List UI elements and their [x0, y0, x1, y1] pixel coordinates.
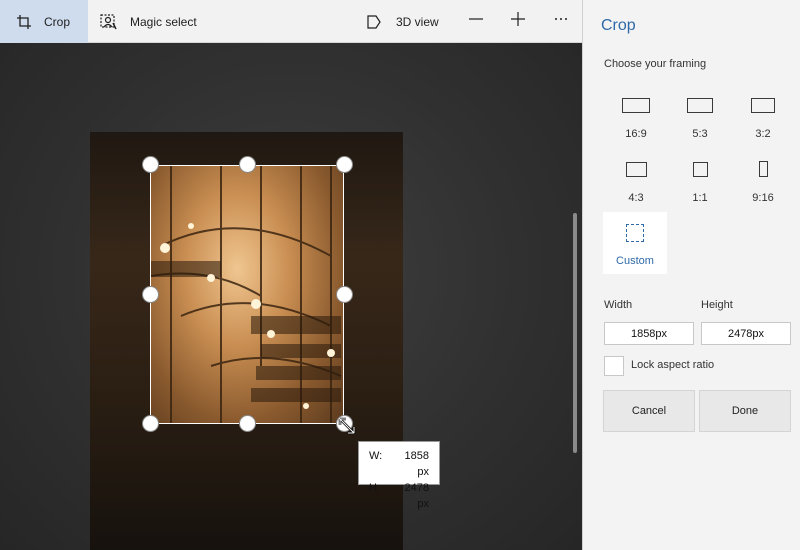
custom-ratio-icon	[626, 224, 644, 242]
tooltip-width-value: 1858 px	[404, 450, 429, 478]
ratio-9-16-label: 9:16	[752, 192, 774, 204]
ratio-3-2-label: 3:2	[755, 128, 771, 140]
3d-view-label: 3D view	[396, 14, 439, 29]
crop-handle-bottom-center[interactable]	[239, 415, 256, 432]
crop-panel: Crop Choose your framing 16:9 5:3 3:2 4:…	[582, 0, 800, 550]
ratio-5-3-button[interactable]: 5:3	[672, 86, 728, 148]
ratio-1-1-icon	[692, 161, 708, 177]
minus-icon	[468, 11, 484, 32]
staircase-image	[151, 166, 342, 423]
resize-cursor-icon	[337, 416, 357, 441]
ratio-4-3-icon	[625, 161, 647, 177]
crop-icon	[0, 14, 44, 30]
height-label: Height	[701, 299, 733, 311]
magic-select-icon	[100, 13, 130, 30]
lock-aspect-ratio-checkbox[interactable]	[604, 356, 624, 376]
zoom-in-button[interactable]	[507, 10, 529, 32]
ratio-1-1-button[interactable]: 1:1	[672, 150, 728, 212]
crop-tool-button[interactable]: Crop	[0, 0, 88, 43]
ratio-16-9-label: 16:9	[625, 128, 647, 140]
custom-ratio-label: Custom	[616, 255, 654, 267]
tooltip-height-value: 2478 px	[404, 482, 429, 510]
image-canvas[interactable]	[0, 43, 582, 550]
panel-title: Crop	[601, 17, 636, 34]
ratio-9-16-button[interactable]: 9:16	[735, 150, 791, 212]
ratio-16-9-button[interactable]: 16:9	[608, 86, 664, 148]
ratio-5-3-icon	[687, 97, 713, 113]
photo	[90, 132, 403, 550]
magic-select-button[interactable]: Magic select	[100, 0, 197, 43]
ratio-4-3-button[interactable]: 4:3	[608, 150, 664, 212]
crop-handle-top-right[interactable]	[336, 156, 353, 173]
more-options-button[interactable]	[550, 10, 572, 32]
done-button[interactable]: Done	[699, 390, 791, 432]
crop-handle-middle-right[interactable]	[336, 286, 353, 303]
ellipsis-icon	[553, 11, 569, 32]
dimension-tooltip: W: 1858 px H: 2478 px	[358, 441, 440, 510]
ratio-16-9-icon	[622, 97, 650, 113]
width-field[interactable]: 1858px	[604, 322, 694, 345]
crop-region[interactable]	[150, 165, 344, 424]
ratio-9-16-icon	[758, 161, 768, 177]
crop-handle-top-left[interactable]	[142, 156, 159, 173]
cancel-button[interactable]: Cancel	[603, 390, 695, 432]
custom-ratio-button[interactable]: Custom	[603, 212, 667, 274]
crop-tool-label: Crop	[44, 14, 71, 29]
lock-aspect-ratio-label: Lock aspect ratio	[631, 359, 715, 371]
ratio-3-2-icon	[751, 97, 775, 113]
height-field[interactable]: 2478px	[701, 322, 791, 345]
zoom-out-button[interactable]	[465, 10, 487, 32]
plus-icon	[510, 11, 526, 32]
tooltip-height-key: H:	[369, 482, 380, 494]
crop-handle-bottom-left[interactable]	[142, 415, 159, 432]
tooltip-width-key: W:	[369, 450, 383, 462]
width-label: Width	[604, 299, 633, 311]
ratio-4-3-label: 4:3	[628, 192, 644, 204]
3d-view-icon	[366, 14, 396, 30]
ratio-5-3-label: 5:3	[692, 128, 708, 140]
3d-view-button[interactable]: 3D view	[366, 0, 439, 43]
crop-handle-top-center[interactable]	[239, 156, 256, 173]
ratio-1-1-label: 1:1	[692, 192, 708, 204]
framing-subtitle: Choose your framing	[604, 58, 707, 70]
crop-handle-middle-left[interactable]	[142, 286, 159, 303]
magic-select-label: Magic select	[130, 14, 197, 29]
ratio-3-2-button[interactable]: 3:2	[735, 86, 791, 148]
toolbar: Crop Magic select 3D view	[0, 0, 582, 43]
vertical-scrollbar[interactable]	[573, 213, 577, 453]
